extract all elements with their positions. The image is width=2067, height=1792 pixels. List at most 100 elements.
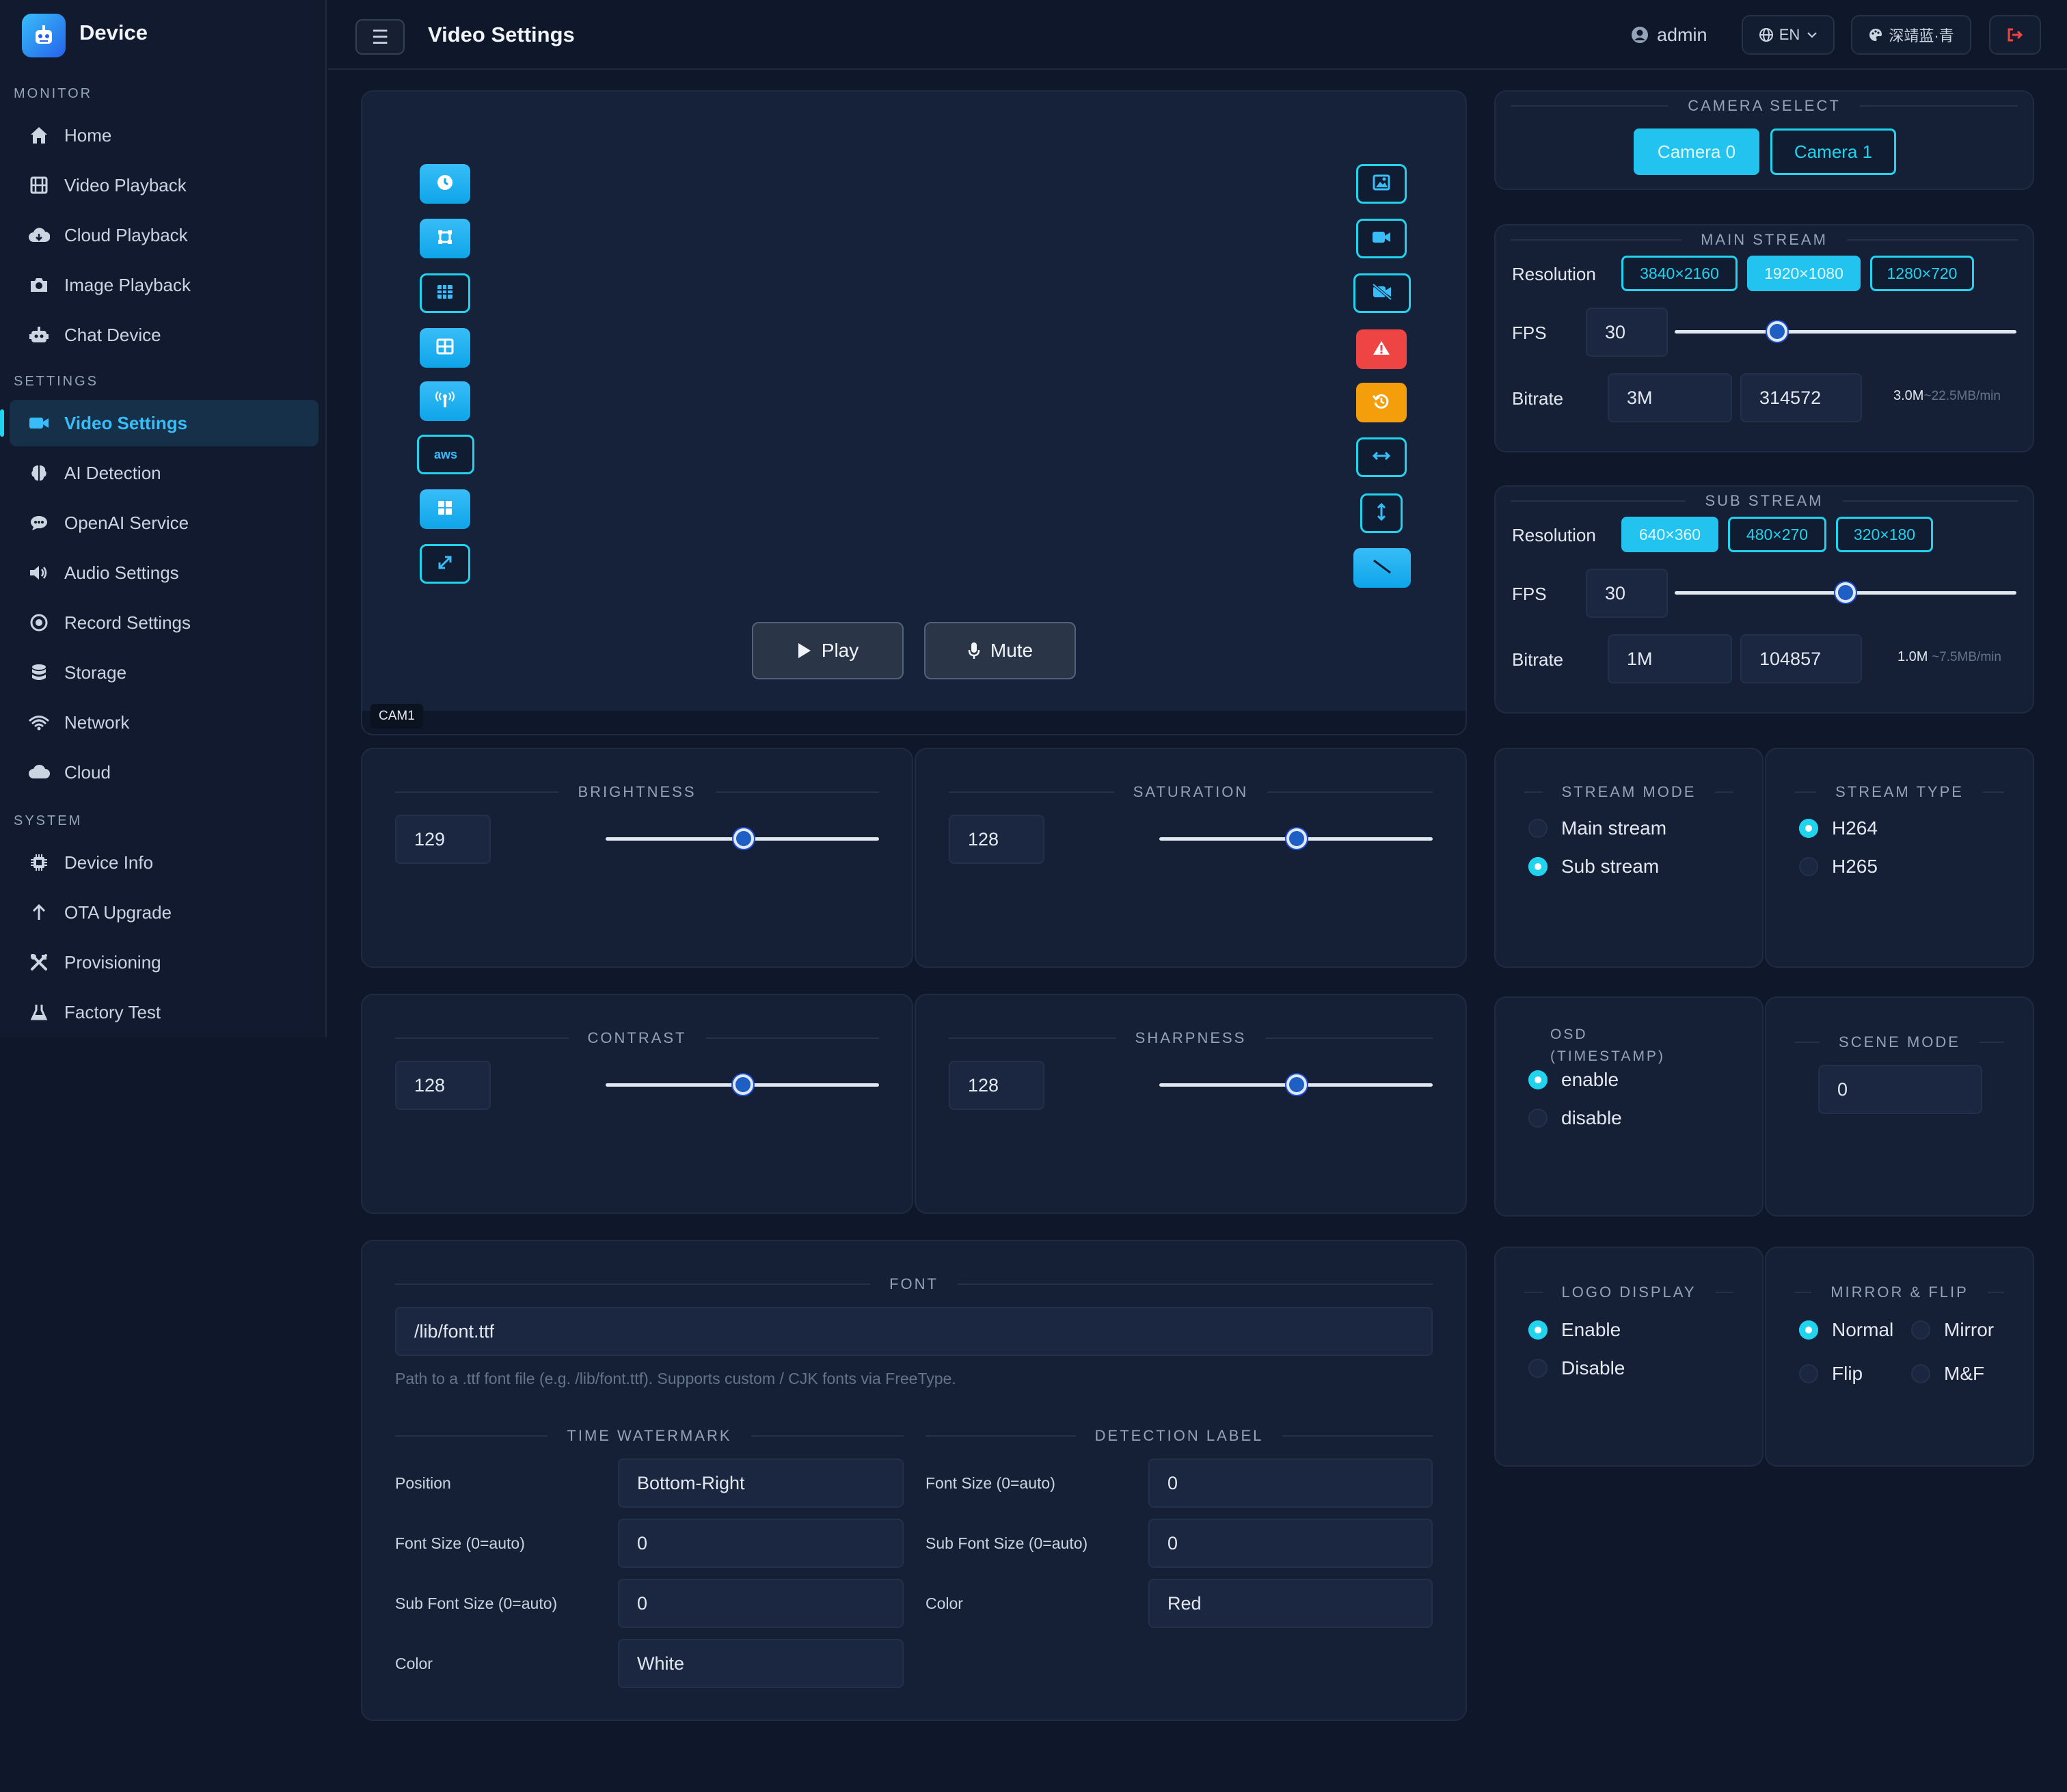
play-button[interactable]: Play xyxy=(752,622,904,679)
sub-bitrate-input[interactable]: 1M xyxy=(1608,634,1732,683)
radio-h264[interactable] xyxy=(1799,819,1818,838)
brightness-input[interactable]: 129 xyxy=(395,815,491,864)
aws-button[interactable]: aws xyxy=(417,435,474,474)
sidebar-item-provisioning[interactable]: Provisioning xyxy=(10,939,319,986)
sidebar-item-image-playback[interactable]: Image Playback xyxy=(10,262,319,308)
mirror-flip-option[interactable]: Flip xyxy=(1799,1363,1863,1385)
camera-1-button[interactable]: Camera 1 xyxy=(1770,128,1896,175)
sub-res-320-button[interactable]: 320×180 xyxy=(1836,517,1933,552)
stream-mode-main-option[interactable]: Main stream xyxy=(1528,817,1666,839)
sidebar-item-home[interactable]: Home xyxy=(10,112,319,159)
main-res-1280-button[interactable]: 1280×720 xyxy=(1870,256,1974,291)
tw-font-size-input[interactable]: 0 xyxy=(618,1519,904,1568)
logo-disable-option[interactable]: Disable xyxy=(1528,1357,1625,1379)
radio-mf[interactable] xyxy=(1911,1364,1930,1383)
record-video-button[interactable] xyxy=(1356,219,1407,258)
slider-thumb[interactable] xyxy=(1286,828,1307,849)
sidebar-item-device-info[interactable]: Device Info xyxy=(10,839,319,886)
grid-2x2-button[interactable] xyxy=(420,328,470,368)
stop-video-button[interactable] xyxy=(1353,273,1411,313)
logout-button[interactable] xyxy=(1989,15,2041,55)
radio-mirror[interactable] xyxy=(1911,1320,1930,1340)
dl-sub-font-size-input[interactable]: 0 xyxy=(1148,1519,1433,1568)
slider-thumb[interactable] xyxy=(732,1074,753,1095)
radio-logo-enable[interactable] xyxy=(1528,1320,1548,1340)
radio-h265[interactable] xyxy=(1799,857,1818,876)
mirror-normal-option[interactable]: Normal xyxy=(1799,1319,1893,1341)
font-path-input[interactable]: /lib/font.ttf xyxy=(395,1307,1433,1356)
user-menu[interactable]: admin xyxy=(1631,23,1707,47)
dl-color-select[interactable]: Red xyxy=(1148,1579,1433,1628)
contrast-input[interactable]: 128 xyxy=(395,1061,491,1110)
theme-select[interactable]: 深靖蓝·青 xyxy=(1851,15,1971,55)
horizontal-flip-button[interactable] xyxy=(1356,437,1407,477)
camera-0-button[interactable]: Camera 0 xyxy=(1634,128,1759,175)
main-res-3840-button[interactable]: 3840×2160 xyxy=(1621,256,1738,291)
sub-res-640-button[interactable]: 640×360 xyxy=(1621,517,1718,552)
hamburger-icon: ☰ xyxy=(371,26,389,48)
windows-button[interactable] xyxy=(420,489,470,529)
region-tool-button[interactable] xyxy=(420,219,470,258)
reset-button[interactable] xyxy=(1356,383,1407,422)
dl-font-size-input[interactable]: 0 xyxy=(1148,1458,1433,1508)
stream-mode-sub-option[interactable]: Sub stream xyxy=(1528,856,1659,878)
scene-mode-input[interactable]: 0 xyxy=(1818,1065,1982,1114)
osd-disable-option[interactable]: disable xyxy=(1528,1107,1622,1129)
tw-sub-font-size-input[interactable]: 0 xyxy=(618,1579,904,1628)
sidebar-item-video-settings[interactable]: Video Settings xyxy=(0,400,319,446)
sidebar-item-ota-upgrade[interactable]: OTA Upgrade xyxy=(10,889,319,936)
stream-type-h265-option[interactable]: H265 xyxy=(1799,856,1878,878)
tw-color-select[interactable]: White xyxy=(618,1639,904,1688)
mirror-mirror-option[interactable]: Mirror xyxy=(1911,1319,1994,1341)
radio-logo-disable[interactable] xyxy=(1528,1359,1548,1378)
sidebar-item-cloud[interactable]: Cloud xyxy=(10,749,319,796)
grid-3x3-button[interactable] xyxy=(420,273,470,313)
sidebar-item-video-playback[interactable]: Video Playback xyxy=(10,162,319,208)
osd-enable-option[interactable]: enable xyxy=(1528,1069,1619,1091)
tw-position-select[interactable]: Bottom-Right xyxy=(618,1458,904,1508)
saturation-input[interactable]: 128 xyxy=(949,815,1044,864)
mirror-mf-option[interactable]: M&F xyxy=(1911,1363,1984,1385)
snapshot-button[interactable] xyxy=(1356,164,1407,204)
alarm-button[interactable] xyxy=(1356,329,1407,369)
language-select[interactable]: EN xyxy=(1742,15,1835,55)
sidebar-item-ai-detection[interactable]: AI Detection xyxy=(10,450,319,496)
logo-enable-option[interactable]: Enable xyxy=(1528,1319,1621,1341)
radio-sub-stream[interactable] xyxy=(1528,857,1548,876)
radio-osd-enable[interactable] xyxy=(1528,1070,1548,1089)
sidebar-item-label: Audio Settings xyxy=(64,562,179,583)
palette-icon xyxy=(1868,27,1883,42)
sidebar-item-storage[interactable]: Storage xyxy=(10,649,319,696)
main-res-1920-button[interactable]: 1920×1080 xyxy=(1747,256,1861,291)
slider-thumb[interactable] xyxy=(1835,582,1856,603)
radio-osd-disable[interactable] xyxy=(1528,1109,1548,1128)
main-fps-slider[interactable] xyxy=(1675,330,2016,334)
sidebar-item-record-settings[interactable]: Record Settings xyxy=(10,599,319,646)
slider-thumb[interactable] xyxy=(1767,321,1787,342)
sub-res-480-button[interactable]: 480×270 xyxy=(1728,517,1826,552)
menu-toggle-button[interactable]: ☰ xyxy=(355,19,405,55)
radio-normal[interactable] xyxy=(1799,1320,1818,1340)
sharpness-input[interactable]: 128 xyxy=(949,1061,1044,1110)
stream-type-h264-option[interactable]: H264 xyxy=(1799,817,1878,839)
main-fps-input[interactable]: 30 xyxy=(1586,308,1668,357)
sidebar-item-network[interactable]: Network xyxy=(10,699,319,746)
sidebar-item-chat-device[interactable]: Chat Device xyxy=(10,312,319,358)
main-bitrate-raw-input[interactable]: 314572 xyxy=(1740,373,1862,422)
timestamp-tool-button[interactable] xyxy=(420,164,470,204)
expand-button[interactable] xyxy=(420,544,470,584)
sidebar-item-cloud-playback[interactable]: Cloud Playback xyxy=(10,212,319,258)
slider-thumb[interactable] xyxy=(1286,1074,1307,1095)
main-bitrate-input[interactable]: 3M xyxy=(1608,373,1732,422)
radio-flip[interactable] xyxy=(1799,1364,1818,1383)
radio-main-stream[interactable] xyxy=(1528,819,1548,838)
sidebar-item-factory-test[interactable]: Factory Test xyxy=(10,989,319,1035)
draw-line-button[interactable] xyxy=(1353,548,1411,588)
sub-fps-input[interactable]: 30 xyxy=(1586,569,1668,618)
sidebar-item-audio-settings[interactable]: Audio Settings xyxy=(10,549,319,596)
broadcast-button[interactable] xyxy=(420,381,470,421)
vertical-flip-button[interactable] xyxy=(1360,493,1403,533)
sub-bitrate-raw-input[interactable]: 104857 xyxy=(1740,634,1862,683)
sidebar-item-openai-service[interactable]: OpenAI Service xyxy=(10,500,319,546)
mute-button[interactable]: Mute xyxy=(924,622,1076,679)
